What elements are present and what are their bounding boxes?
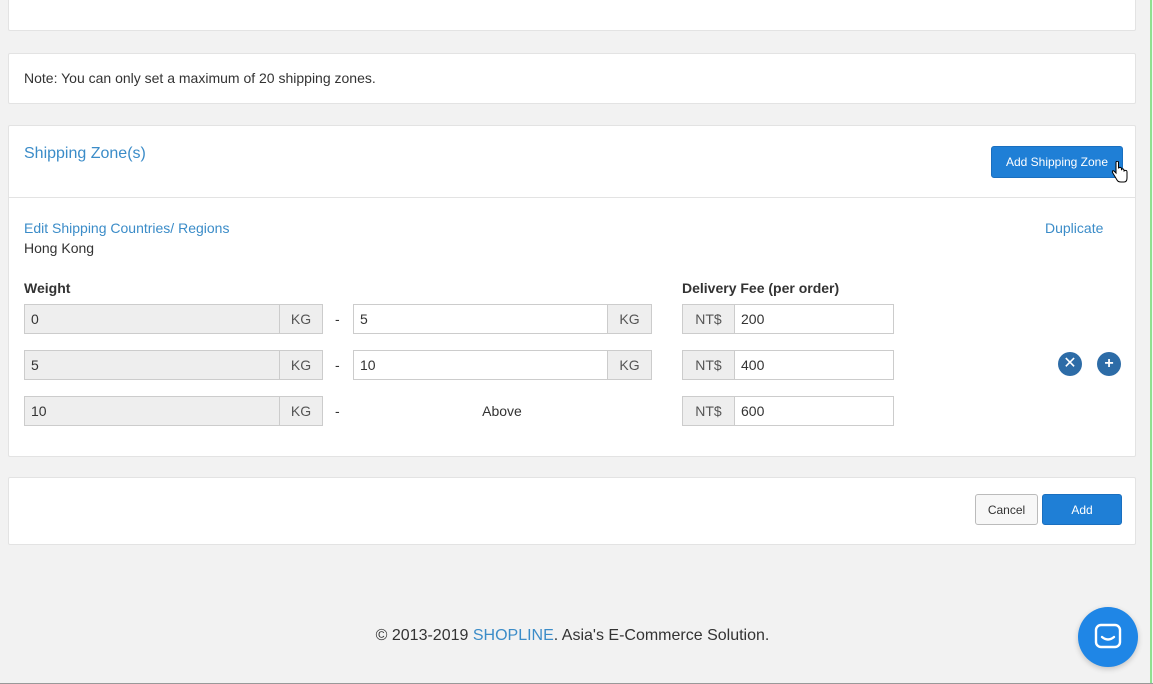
weight-to-input[interactable]: 10 <box>353 350 609 380</box>
remove-circle-icon[interactable]: ✕ <box>1058 352 1082 376</box>
kg-unit-addon: KG <box>279 350 323 380</box>
weight-from-input: 10 <box>24 396 280 426</box>
hand-pointer-icon <box>1111 161 1128 183</box>
kg-unit-addon: KG <box>607 304 652 334</box>
window-edge <box>1150 0 1152 684</box>
top-panel <box>8 0 1136 31</box>
cancel-button[interactable]: Cancel <box>975 494 1038 525</box>
weight-above-text: Above <box>482 403 522 419</box>
add-button[interactable]: Add <box>1042 494 1122 525</box>
zone-divider <box>9 197 1135 198</box>
region-name: Hong Kong <box>24 240 95 256</box>
note-text: Note: You can only set a maximum of 20 s… <box>24 70 376 86</box>
delivery-fee-input[interactable]: 200 <box>734 304 894 334</box>
delivery-fee-input[interactable]: 600 <box>734 396 894 426</box>
delivery-fee-label: Delivery Fee (per order) <box>682 280 840 296</box>
footer-brand-link[interactable]: SHOPLINE <box>473 627 554 644</box>
weight-to-input[interactable]: 5 <box>353 304 609 334</box>
shipping-zones-panel: Shipping Zone(s) Add Shipping Zone Edit … <box>8 125 1136 457</box>
chat-icon <box>1094 623 1122 649</box>
range-dash: - <box>335 403 340 419</box>
range-dash: - <box>335 311 340 327</box>
weight-label: Weight <box>24 280 71 296</box>
footer-copyright: © 2013-2019 <box>375 627 473 644</box>
actions-panel: Cancel Add <box>8 477 1136 545</box>
edit-regions-link[interactable]: Edit Shipping Countries/ Regions <box>24 220 229 236</box>
currency-addon: NT$ <box>682 396 735 426</box>
weight-from-input: 0 <box>24 304 280 334</box>
add-circle-icon[interactable]: + <box>1097 352 1121 376</box>
kg-unit-addon: KG <box>279 304 323 334</box>
weight-from-input: 5 <box>24 350 280 380</box>
add-shipping-zone-button[interactable]: Add Shipping Zone <box>991 146 1123 178</box>
shipping-zones-title: Shipping Zone(s) <box>24 145 146 162</box>
range-dash: - <box>335 357 340 373</box>
delivery-fee-input[interactable]: 400 <box>734 350 894 380</box>
footer-tagline: . Asia's E-Commerce Solution. <box>553 627 770 644</box>
currency-addon: NT$ <box>682 350 735 380</box>
footer-text: © 2013-2019 SHOPLINE. Asia's E-Commerce … <box>0 627 1145 645</box>
kg-unit-addon: KG <box>607 350 652 380</box>
currency-addon: NT$ <box>682 304 735 334</box>
duplicate-link[interactable]: Duplicate <box>1045 220 1103 236</box>
note-panel: Note: You can only set a maximum of 20 s… <box>8 53 1136 104</box>
kg-unit-addon: KG <box>279 396 323 426</box>
chat-button[interactable] <box>1078 607 1138 667</box>
